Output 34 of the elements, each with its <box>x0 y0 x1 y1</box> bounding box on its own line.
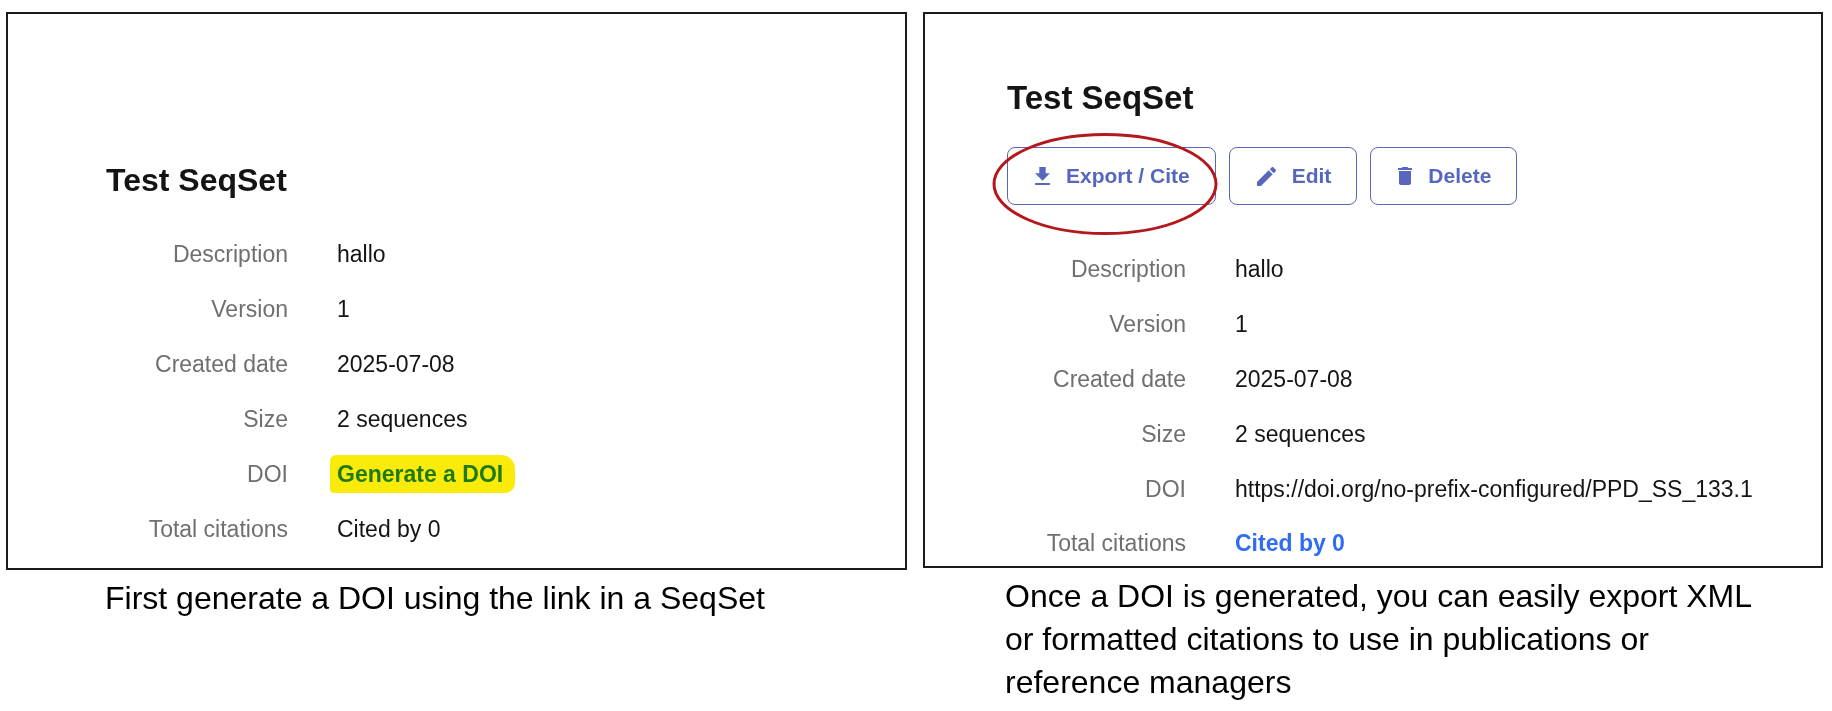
field-label: DOI <box>247 459 288 488</box>
field-label: Created date <box>155 349 288 378</box>
field-label: Version <box>211 294 288 323</box>
pencil-icon <box>1256 166 1276 186</box>
field-value: 1 <box>1235 310 1248 339</box>
edit-button[interactable]: Edit <box>1228 147 1358 205</box>
field-value: hallo <box>337 239 386 268</box>
field-label: Created date <box>1053 365 1186 393</box>
field-value: https://doi.org/no-prefix-configured/PPD_SS_133.1 <box>1235 474 1753 503</box>
delete-button[interactable]: Delete <box>1370 147 1518 205</box>
caption-text: Once a DOI is generated, you can easily export XML or formatted citations to use in publications or reference managers <box>1004 577 1752 702</box>
page-title: Test SeqSet <box>1007 78 1194 118</box>
field-label: Size <box>243 404 288 433</box>
field-label: Description <box>172 239 288 268</box>
field-label: Total citations <box>1046 529 1186 558</box>
field-label: Size <box>1141 419 1186 448</box>
field-value: hallo <box>1235 255 1284 284</box>
field-value: 1 <box>337 294 350 323</box>
trash-icon <box>1398 167 1413 185</box>
download-icon <box>1035 167 1050 185</box>
field-value: 2025-07-08 <box>337 349 455 378</box>
field-value: Cited by 0 <box>337 514 441 543</box>
export-button[interactable]: Export / Cite <box>1007 147 1216 205</box>
caption-text: First generate a DOI using the link in a SeqSet <box>104 579 766 618</box>
field-value: 2 sequences <box>1235 419 1366 448</box>
field-label: Description <box>1070 255 1186 284</box>
field-value: 2 sequences <box>337 404 468 433</box>
field-label: Total citations <box>148 514 288 543</box>
value-link[interactable]: Generate a DOI <box>330 454 516 493</box>
page-title: Test SeqSet <box>106 161 287 200</box>
field-label: DOI <box>1145 474 1186 503</box>
field-label: Version <box>1109 310 1186 339</box>
field-value: 2025-07-08 <box>1235 365 1353 393</box>
value-link[interactable]: Cited by 0 <box>1235 529 1345 558</box>
